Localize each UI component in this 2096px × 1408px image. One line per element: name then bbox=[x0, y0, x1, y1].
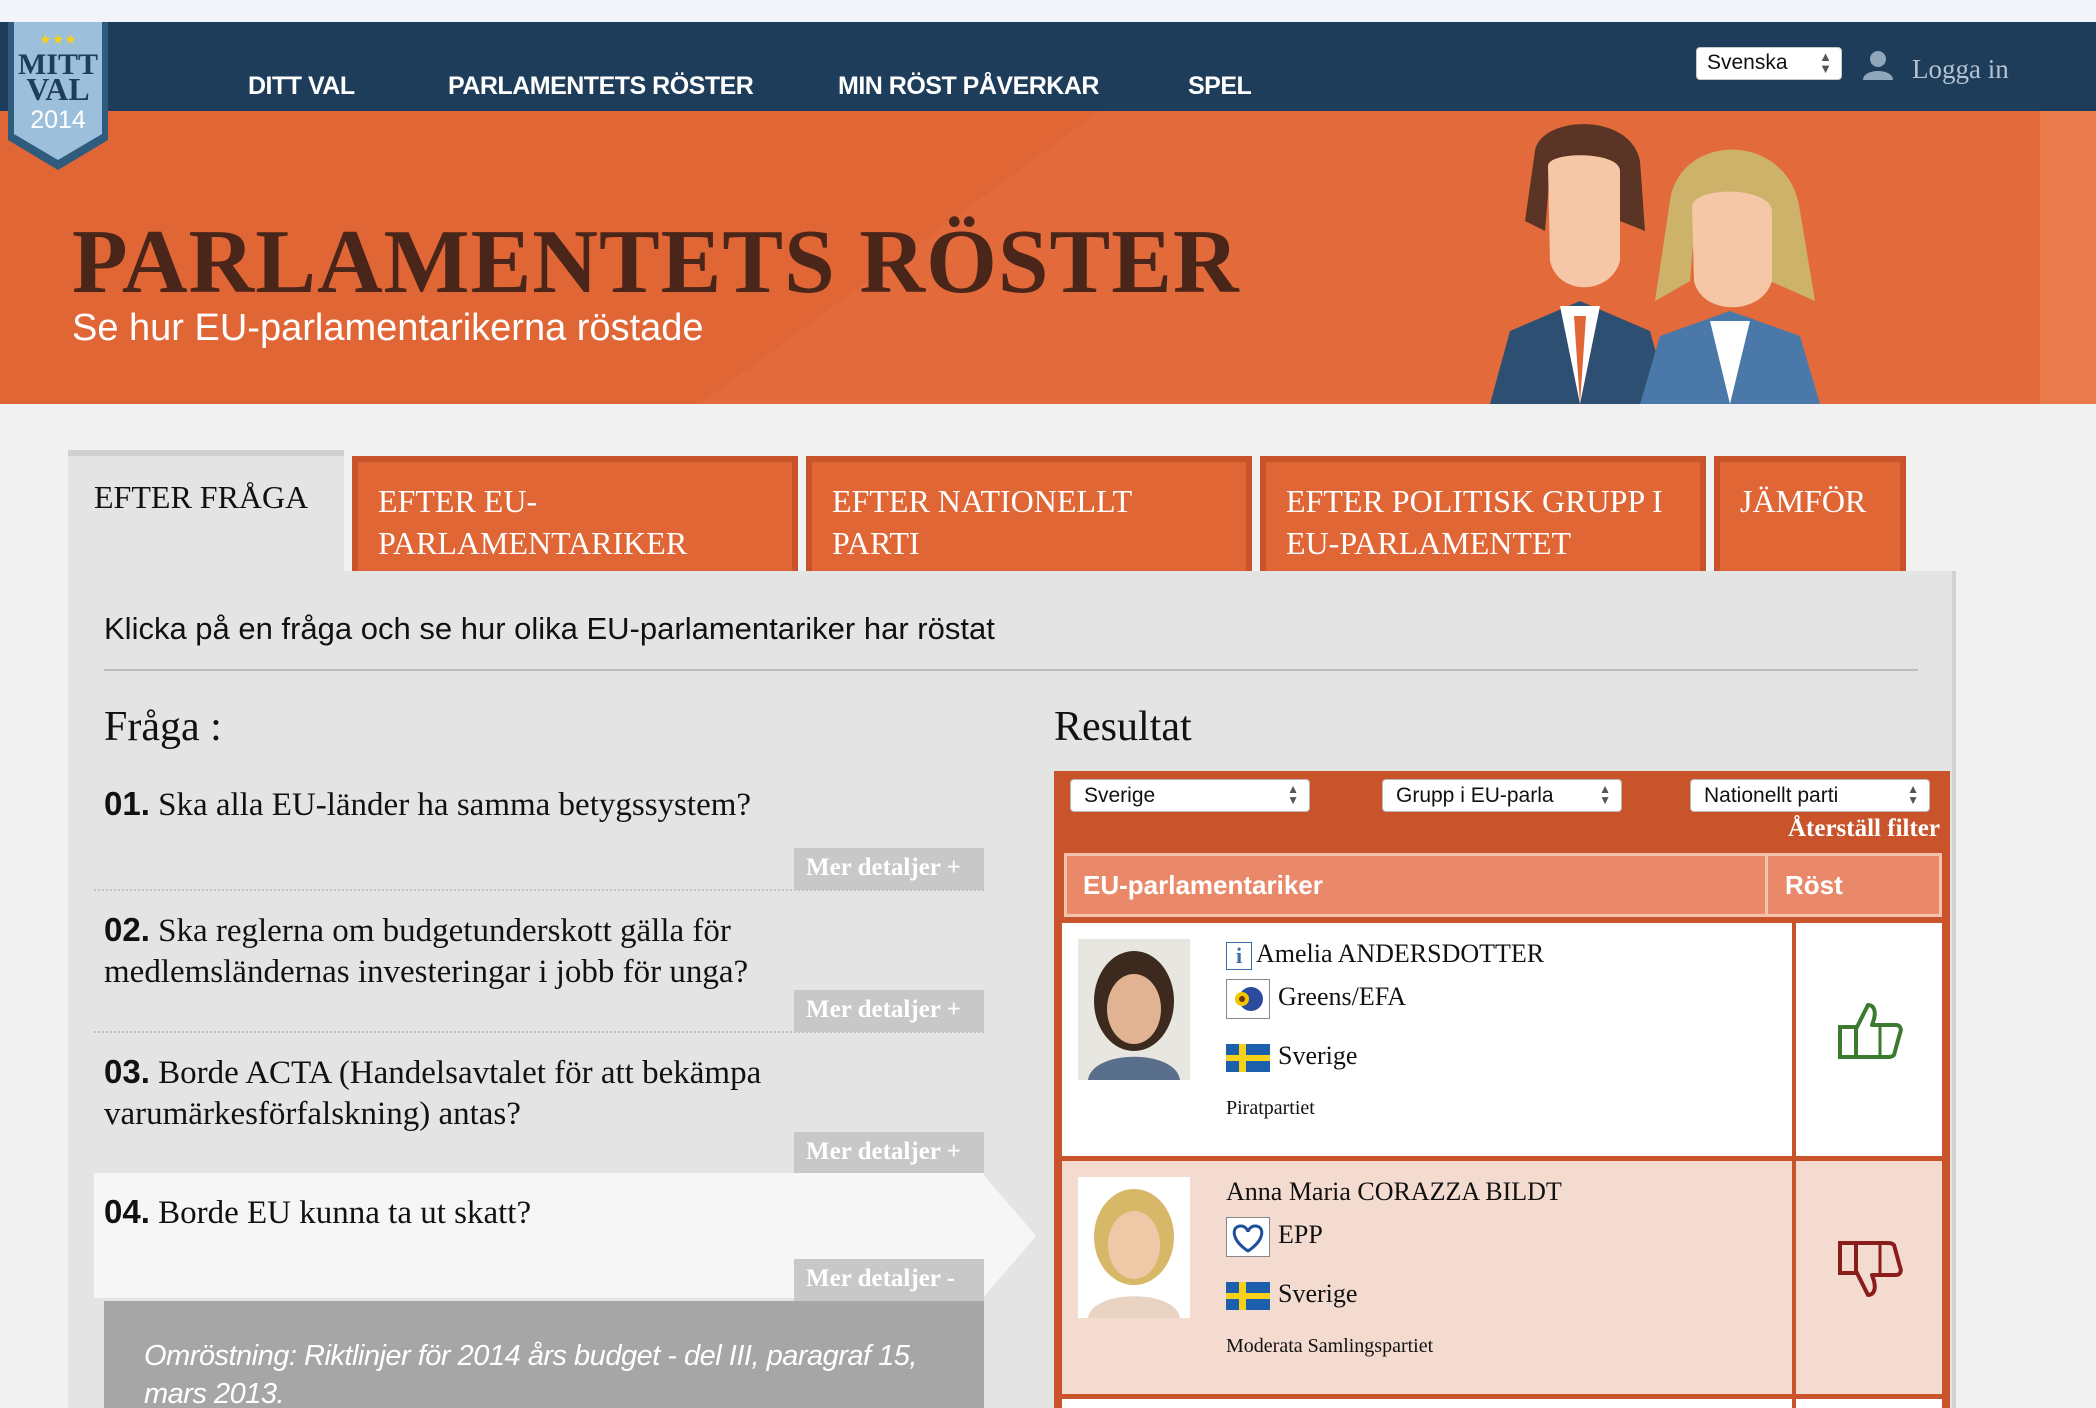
vote-cell bbox=[1796, 1161, 1942, 1394]
questions-heading: Fråga : bbox=[104, 704, 222, 750]
mep-country-text: Sverige bbox=[1278, 1279, 1358, 1308]
group-filter-value: Grupp i EU-parla bbox=[1396, 784, 1554, 807]
results-panel: Sverige ▲ ▼ Grupp i EU-parla ▲ ▼ Nationell… bbox=[1054, 771, 1950, 1408]
question-detail-box: Omröstning: Riktlinjer för 2014 års budg… bbox=[104, 1301, 984, 1408]
question-text: Ska alla EU-länder ha samma betygssystem… bbox=[158, 787, 752, 823]
party-filter-value: Nationellt parti bbox=[1704, 784, 1839, 807]
thumbs-down-icon bbox=[1838, 1241, 1903, 1297]
nav-parlamentets-roster[interactable]: PARLAMENTETS RÖSTER bbox=[448, 72, 754, 101]
thumbs-up-icon bbox=[1838, 1003, 1903, 1059]
page-subtitle: Se hur EU-parlamentarikerna röstade bbox=[72, 307, 704, 349]
mep-name-text: Amelia ANDERSDOTTER bbox=[1256, 939, 1545, 968]
party-filter[interactable]: Nationellt parti ▲ ▼ bbox=[1690, 779, 1930, 812]
mep-cell bbox=[1062, 1399, 1792, 1408]
country-filter[interactable]: Sverige ▲ ▼ bbox=[1070, 779, 1310, 812]
country-filter-value: Sverige bbox=[1084, 784, 1156, 807]
question-text: Borde EU kunna ta ut skatt? bbox=[158, 1195, 532, 1231]
more-details-button-01[interactable]: Mer detaljer + bbox=[794, 848, 984, 890]
reset-filter-link[interactable]: Återställ filter bbox=[1788, 815, 1940, 843]
group-filter[interactable]: Grupp i EU-parla ▲ ▼ bbox=[1382, 779, 1622, 812]
vote-cell bbox=[1796, 1399, 1942, 1408]
mep-name[interactable]: i Amelia ANDERSDOTTER bbox=[1226, 939, 1545, 971]
nav-spel[interactable]: SPEL bbox=[1188, 72, 1252, 101]
greens-efa-logo-icon bbox=[1226, 979, 1270, 1019]
mep-country: Sverige bbox=[1226, 1279, 1358, 1311]
mep-name[interactable]: Anna Maria CORAZZA BILDT bbox=[1226, 1177, 1562, 1207]
browser-top-strip bbox=[0, 0, 2096, 22]
select-arrows-icon: ▲ ▼ bbox=[1287, 782, 1299, 807]
mep-group: Greens/EFA bbox=[1226, 979, 1406, 1019]
tab-efter-eu-parlamentariker[interactable]: EFTER EU-PARLAMENTARIKER bbox=[352, 456, 798, 571]
mep-group: EPP bbox=[1226, 1217, 1323, 1257]
tab-efter-nationellt-parti[interactable]: EFTER NATIONELLT PARTI bbox=[806, 456, 1252, 571]
sweden-flag-icon bbox=[1226, 1044, 1270, 1073]
select-arrows-icon: ▲ ▼ bbox=[1819, 49, 1832, 76]
question-02[interactable]: 02. Ska reglerna om budgetunderskott gäl… bbox=[104, 909, 924, 993]
table-row[interactable]: i Amelia ANDERSDOTTER Greens/EFA Sverige … bbox=[1062, 923, 1942, 1156]
logo-text-val: VAL bbox=[26, 71, 89, 107]
active-question-pointer bbox=[982, 1173, 1036, 1299]
question-01[interactable]: 01. Ska alla EU-länder ha samma betygssy… bbox=[104, 783, 924, 826]
mep-party: Piratpartiet bbox=[1226, 1097, 1315, 1119]
mep-group-text: Greens/EFA bbox=[1278, 981, 1407, 1011]
question-number: 04. bbox=[104, 1193, 150, 1230]
nav-min-rost-paverkar[interactable]: MIN RÖST PÅVERKAR bbox=[838, 72, 1099, 101]
results-heading: Resultat bbox=[1054, 704, 1192, 750]
vote-cell bbox=[1796, 923, 1942, 1156]
epp-logo-icon bbox=[1226, 1217, 1270, 1257]
question-text: Borde ACTA (Handelsavtalet för att bekäm… bbox=[104, 1055, 762, 1132]
select-arrows-icon: ▲ ▼ bbox=[1907, 782, 1919, 807]
mitt-val-2014-logo[interactable]: ★★★ MITT VAL 2014 bbox=[6, 0, 110, 170]
content-panel: Klicka på en fråga och se hur olika EU-p… bbox=[68, 571, 1956, 1408]
column-divider bbox=[1765, 856, 1768, 914]
svg-text:★★★: ★★★ bbox=[39, 32, 77, 48]
language-select[interactable]: Svenska ▲ ▼ bbox=[1696, 47, 1842, 80]
mep-photo bbox=[1078, 939, 1190, 1080]
login-label: Logga in bbox=[1912, 54, 2009, 84]
question-number: 01. bbox=[104, 785, 150, 822]
select-arrows-icon: ▲ ▼ bbox=[1599, 782, 1611, 807]
question-separator bbox=[94, 889, 984, 891]
table-row[interactable]: Anna Maria CORAZZA BILDT EPP Sverige Mod… bbox=[1062, 1161, 1942, 1394]
more-details-button-03[interactable]: Mer detaljer + bbox=[794, 1132, 984, 1174]
sweden-flag-icon bbox=[1226, 1282, 1270, 1311]
parliamentarians-illustration bbox=[1490, 124, 1820, 404]
more-details-button-02[interactable]: Mer detaljer + bbox=[794, 990, 984, 1032]
page-banner: PARLAMENTETS RÖSTER Se hur EU-parlamenta… bbox=[0, 111, 2096, 404]
question-separator bbox=[94, 1031, 984, 1033]
tab-jamfor[interactable]: JÄMFÖR bbox=[1714, 456, 1906, 571]
tab-efter-politisk-grupp[interactable]: EFTER POLITISK GRUPP I EU-PARLAMENTET bbox=[1260, 456, 1706, 571]
results-table-header: EU-parlamentariker Röst bbox=[1064, 853, 1942, 917]
column-header-mep: EU-parlamentariker bbox=[1083, 870, 1323, 900]
mep-country-text: Sverige bbox=[1278, 1041, 1358, 1070]
more-details-button-04[interactable]: Mer detaljer - bbox=[794, 1259, 984, 1301]
question-03[interactable]: 03. Borde ACTA (Handelsavtalet för att b… bbox=[104, 1051, 924, 1135]
mep-group-text: EPP bbox=[1278, 1219, 1323, 1249]
intro-text: Klicka på en fråga och se hur olika EU-p… bbox=[104, 611, 995, 646]
top-navbar: DITT VAL PARLAMENTETS RÖSTER MIN RÖST PÅ… bbox=[0, 22, 2096, 111]
divider bbox=[104, 669, 1918, 671]
language-value: Svenska bbox=[1707, 51, 1788, 74]
question-04[interactable]: 04. Borde EU kunna ta ut skatt? bbox=[104, 1191, 924, 1234]
mep-photo bbox=[1078, 1177, 1190, 1318]
tab-efter-fraga[interactable]: EFTER FRÅGA bbox=[68, 450, 344, 576]
column-header-vote: Röst bbox=[1785, 870, 1843, 900]
table-row[interactable] bbox=[1062, 1399, 1942, 1408]
question-number: 03. bbox=[104, 1053, 150, 1090]
nav-ditt-val[interactable]: DITT VAL bbox=[248, 72, 355, 101]
question-text: Ska reglerna om budgetunderskott gälla f… bbox=[104, 913, 749, 990]
logo-text-year: 2014 bbox=[30, 106, 86, 134]
page-title: PARLAMENTETS RÖSTER bbox=[72, 211, 1240, 312]
mep-country: Sverige bbox=[1226, 1041, 1358, 1073]
question-number: 02. bbox=[104, 911, 150, 948]
user-icon bbox=[1863, 51, 1893, 80]
mep-cell: Anna Maria CORAZZA BILDT EPP Sverige Mod… bbox=[1062, 1161, 1792, 1394]
mep-cell: i Amelia ANDERSDOTTER Greens/EFA Sverige … bbox=[1062, 923, 1792, 1156]
info-icon[interactable]: i bbox=[1226, 942, 1252, 971]
mep-party: Moderata Samlingspartiet bbox=[1226, 1335, 1434, 1357]
